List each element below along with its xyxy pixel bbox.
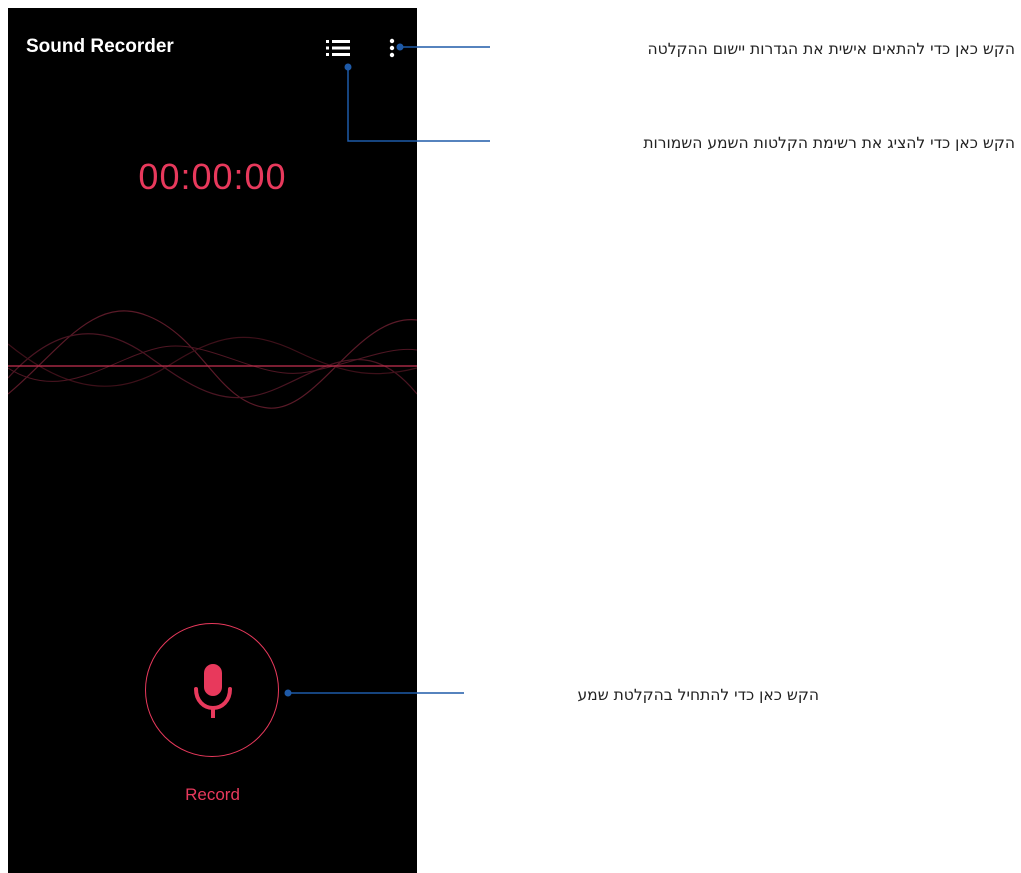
recordings-list-button[interactable] <box>324 36 354 60</box>
more-vert-icon <box>389 38 395 58</box>
elapsed-time: 00:00:00 <box>138 156 287 197</box>
annotation-settings: הקש כאן כדי להתאים אישית את הגדרות יישום… <box>647 40 1015 58</box>
app-title: Sound Recorder <box>26 36 174 57</box>
waveform <box>8 310 417 409</box>
phone-screen: Sound Recorder 00:00:00 Record <box>8 8 417 873</box>
record-button[interactable] <box>145 623 279 757</box>
record-label: Record <box>185 785 240 804</box>
list-icon <box>326 40 350 56</box>
more-options-button[interactable] <box>384 36 400 60</box>
annotation-record: הקש כאן כדי להתחיל בהקלטת שמע <box>577 686 819 704</box>
mic-icon <box>194 664 232 718</box>
annotation-recordings-list: הקש כאן כדי להציג את רשימת הקלטות השמע ה… <box>643 134 1015 152</box>
